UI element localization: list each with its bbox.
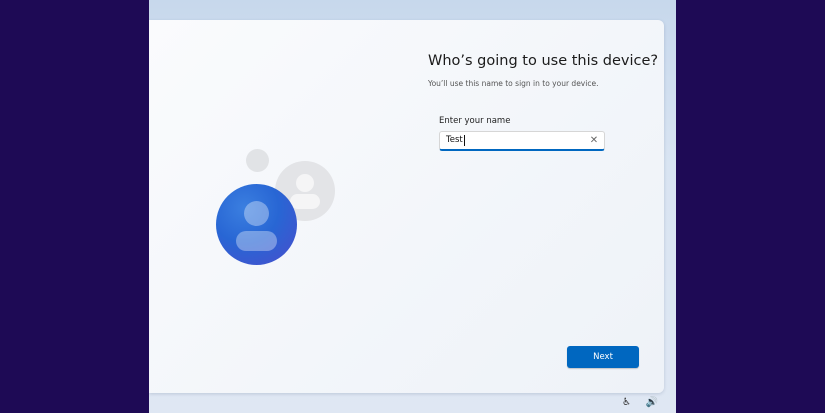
setup-screen: Who’s going to use this device? You’ll u…: [149, 0, 676, 413]
name-input[interactable]: Test ✕: [439, 131, 605, 151]
decorative-dot: [246, 149, 269, 172]
page-title: Who’s going to use this device?: [428, 53, 659, 69]
setup-card: Who’s going to use this device? You’ll u…: [149, 20, 664, 393]
system-tray: ♿ 🔊: [616, 393, 676, 413]
close-icon[interactable]: ✕: [587, 134, 601, 148]
next-button[interactable]: Next: [567, 346, 639, 368]
accessibility-icon[interactable]: ♿: [622, 397, 631, 408]
name-input-value[interactable]: Test: [446, 135, 465, 146]
user-avatar-icon: [216, 184, 297, 265]
avatar-head: [244, 201, 269, 226]
avatar-body: [236, 231, 277, 251]
avatar-head: [296, 174, 314, 192]
avatar-body: [290, 194, 320, 209]
page-subtitle: You’ll use this name to sign in to your …: [428, 79, 599, 88]
name-field-label: Enter your name: [439, 116, 511, 126]
volume-icon[interactable]: 🔊: [646, 397, 658, 408]
